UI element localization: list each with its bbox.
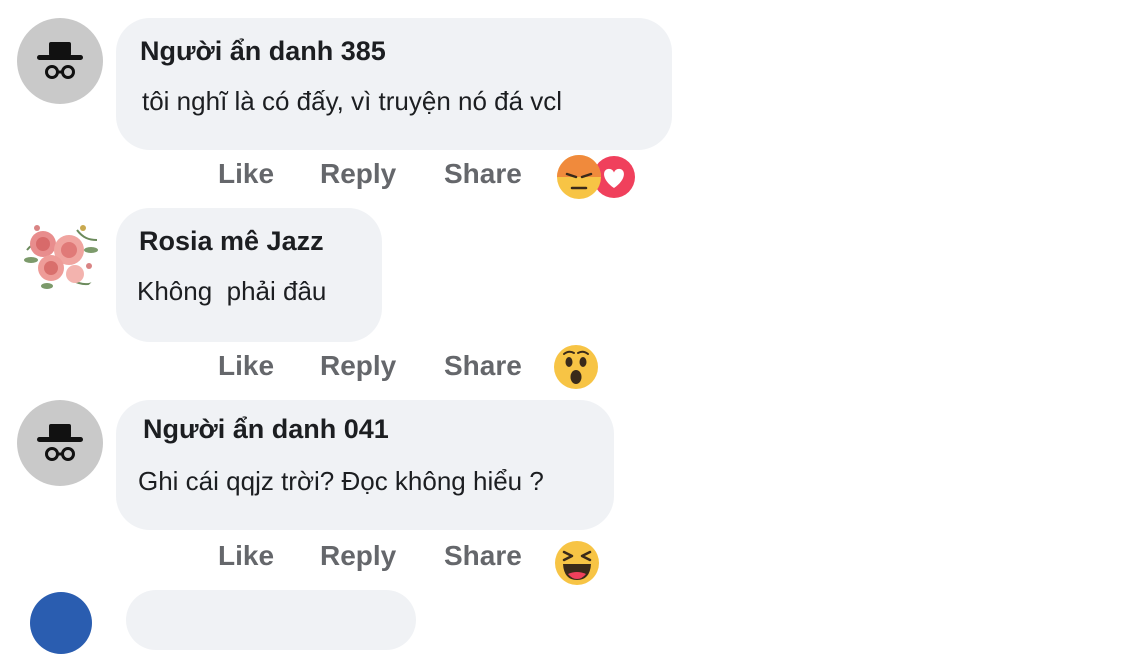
flower-avatar[interactable] (17, 210, 103, 296)
avatar[interactable] (30, 592, 92, 654)
reaction-summary[interactable] (556, 154, 640, 200)
share-button[interactable]: Share (444, 540, 522, 572)
anonymous-avatar[interactable] (17, 400, 103, 486)
reaction-summary[interactable] (554, 540, 600, 586)
reaction-summary[interactable] (553, 344, 599, 390)
anonymous-avatar[interactable] (17, 18, 103, 104)
incognito-icon (37, 424, 83, 461)
incognito-icon (37, 42, 83, 79)
comment-item: Người ẩn danh 385 tôi nghĩ là có đấy, vì… (0, 0, 1132, 200)
comment-item: Người ẩn danh 041 Ghi cái qqjz trời? Đọc… (0, 390, 1132, 590)
comment-text: tôi nghĩ là có đấy, vì truyện nó đá vcl (142, 86, 563, 116)
comment-text: Không phải đâu (137, 276, 327, 306)
comment-bubble: Rosia mê Jazz Không phải đâu (116, 208, 382, 342)
like-button[interactable]: Like (218, 158, 274, 190)
comment-author[interactable]: Người ẩn danh 385 (140, 36, 386, 67)
share-button[interactable]: Share (444, 158, 522, 190)
reply-button[interactable]: Reply (320, 158, 396, 190)
angry-reaction-icon (557, 155, 601, 199)
comment-text: Ghi cái qqjz trời? Đọc không hiểu ? (138, 466, 544, 496)
comment-bubble: Người ẩn danh 041 Ghi cái qqjz trời? Đọc… (116, 400, 614, 530)
share-button[interactable]: Share (444, 350, 522, 382)
like-button[interactable]: Like (218, 540, 274, 572)
wow-reaction-icon (554, 345, 598, 389)
haha-reaction-icon (555, 541, 599, 585)
comment-bubble (126, 590, 416, 650)
comment-bubble: Người ẩn danh 385 tôi nghĩ là có đấy, vì… (116, 18, 672, 150)
comment-author[interactable]: Người ẩn danh 041 (143, 414, 389, 445)
comment-item: Rosia mê Jazz Không phải đâu Like Reply … (0, 200, 1132, 390)
comment-author[interactable]: Rosia mê Jazz (139, 226, 324, 257)
reply-button[interactable]: Reply (320, 540, 396, 572)
flower-icon (24, 225, 98, 289)
reply-button[interactable]: Reply (320, 350, 396, 382)
like-button[interactable]: Like (218, 350, 274, 382)
